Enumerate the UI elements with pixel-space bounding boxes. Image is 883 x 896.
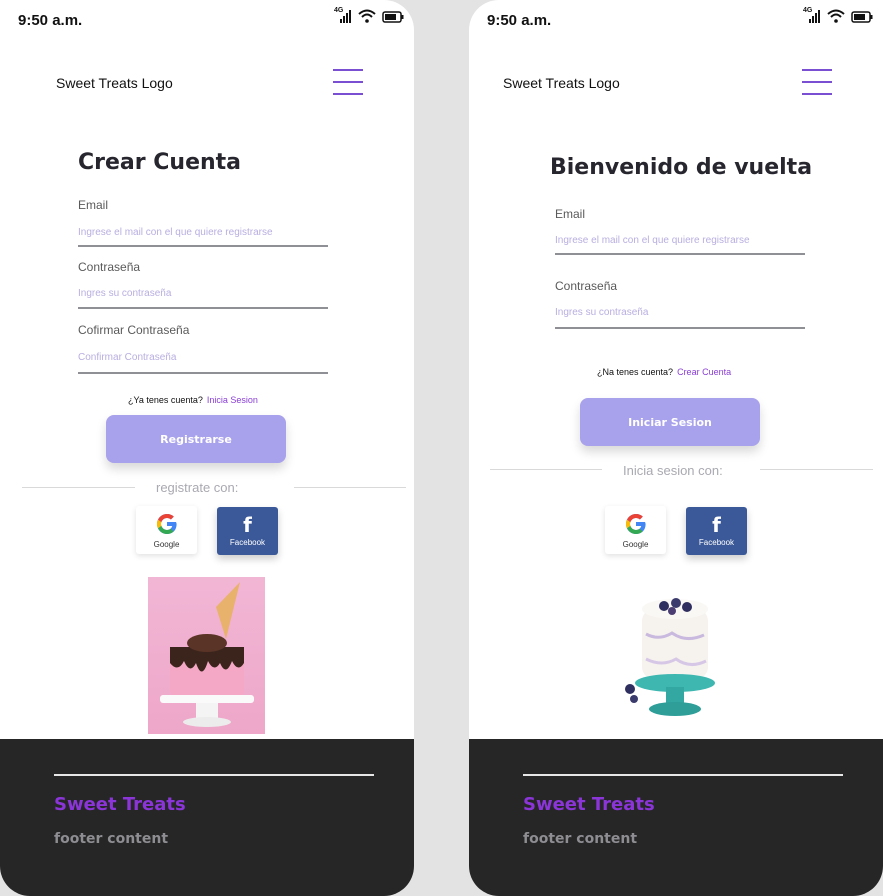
password-label: Contraseña (555, 279, 618, 293)
facebook-label: Facebook (698, 538, 735, 547)
login-link[interactable]: Inicia Sesion (207, 395, 258, 405)
register-screen: 9:50 a.m. 4G Sweet Treats Logo Crear Cue… (0, 0, 414, 896)
logo[interactable]: Sweet Treats Logo (503, 75, 620, 91)
footer-content: footer content (54, 831, 169, 847)
email-field[interactable] (555, 228, 805, 255)
no-account-text: ¿Na tenes cuenta? (597, 367, 674, 377)
divider-right (760, 469, 873, 470)
wifi-icon (827, 9, 845, 23)
network-type: 4G (334, 7, 344, 14)
status-time: 9:50 a.m. (487, 12, 552, 29)
have-account-text: ¿Ya tenes cuenta? (128, 395, 203, 405)
social-caption: Inicia sesion con: (623, 463, 723, 478)
signal-icon: 4G (334, 7, 352, 23)
email-field[interactable] (78, 220, 328, 247)
facebook-icon: f (712, 513, 721, 537)
password-field[interactable] (78, 279, 328, 309)
email-label: Email (78, 198, 109, 212)
facebook-icon: f (243, 513, 252, 537)
google-icon (625, 514, 646, 534)
google-label: Google (153, 540, 180, 549)
login-screen: 9:50 a.m. 4G Sweet Treats Logo Bienvenid… (469, 0, 883, 896)
register-prompt: ¿Na tenes cuenta? Crear Cuenta (597, 367, 731, 377)
status-icons: 4G (803, 7, 873, 23)
register-link[interactable]: Crear Cuenta (677, 367, 731, 377)
password-field[interactable] (555, 298, 805, 329)
facebook-button[interactable]: f Facebook (217, 507, 278, 555)
facebook-button[interactable]: f Facebook (686, 507, 747, 555)
footer-divider (54, 774, 374, 776)
footer: Sweet Treats footer content (469, 739, 883, 896)
google-label: Google (622, 540, 649, 549)
page-title: Crear Cuenta (78, 150, 242, 175)
hamburger-menu-icon[interactable] (802, 69, 832, 95)
footer-brand: Sweet Treats (523, 794, 655, 815)
divider-right (294, 487, 406, 488)
footer: Sweet Treats footer content (0, 739, 414, 896)
hamburger-menu-icon[interactable] (333, 69, 363, 95)
divider-left (490, 469, 602, 470)
battery-icon (382, 11, 404, 23)
footer-content: footer content (523, 831, 638, 847)
network-type: 4G (803, 7, 813, 14)
battery-icon (851, 11, 873, 23)
email-label: Email (555, 207, 586, 221)
google-button[interactable]: Google (605, 506, 666, 554)
status-icons: 4G (334, 7, 404, 23)
cake-image (148, 577, 265, 734)
password-label: Contraseña (78, 260, 141, 274)
register-button[interactable]: Registrarse (106, 415, 286, 463)
social-caption: registrate con: (156, 480, 239, 495)
divider-left (22, 487, 135, 488)
footer-divider (523, 774, 843, 776)
wifi-icon (358, 9, 376, 23)
google-button[interactable]: Google (136, 506, 197, 554)
status-time: 9:50 a.m. (18, 12, 83, 29)
google-icon (156, 514, 177, 534)
login-prompt: ¿Ya tenes cuenta? Inicia Sesion (128, 395, 258, 405)
confirm-password-field[interactable] (78, 343, 328, 374)
signal-icon: 4G (803, 7, 821, 23)
confirm-password-label: Cofirmar Contraseña (78, 323, 190, 337)
footer-brand: Sweet Treats (54, 794, 186, 815)
login-button[interactable]: Iniciar Sesion (580, 398, 760, 446)
logo[interactable]: Sweet Treats Logo (56, 75, 173, 91)
cake-image (624, 589, 728, 721)
facebook-label: Facebook (229, 538, 266, 547)
page-title: Bienvenido de vuelta (550, 155, 813, 180)
